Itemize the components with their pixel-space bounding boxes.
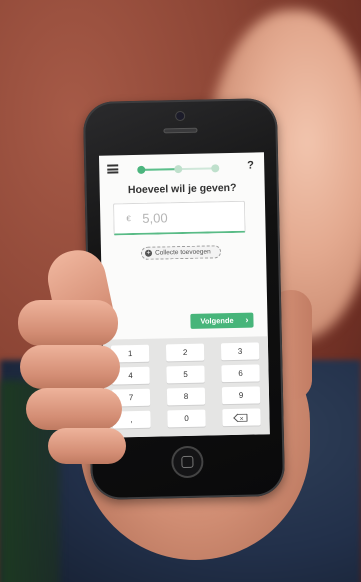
front-camera xyxy=(176,111,185,121)
phone-screen: ? Hoeveel wil je geven? € 5,00 + Collect… xyxy=(98,152,270,438)
step-progress-indicator xyxy=(137,164,220,174)
amount-placeholder: 5,00 xyxy=(142,210,168,226)
photo-scene: ? Hoeveel wil je geven? € 5,00 + Collect… xyxy=(0,0,361,582)
hand-finger-little xyxy=(48,428,126,464)
step-dot-1 xyxy=(137,165,146,174)
hand-finger-middle xyxy=(20,345,120,389)
amount-input[interactable]: € 5,00 xyxy=(112,200,246,236)
page-title: Hoeveel wil je geven? xyxy=(127,181,237,197)
numeric-keypad: 1 2 3 4 5 6 7 8 9 , 0 × xyxy=(102,336,270,438)
step-dot-2 xyxy=(174,165,183,174)
backspace-x: × xyxy=(239,415,244,423)
key-2[interactable]: 2 xyxy=(165,343,205,362)
next-button[interactable]: Volgende › xyxy=(190,312,254,329)
plus-icon: + xyxy=(144,249,153,257)
hamburger-menu-icon[interactable] xyxy=(107,164,119,174)
step-dot-3 xyxy=(211,164,220,173)
help-button[interactable]: ? xyxy=(247,160,254,172)
backspace-icon: × xyxy=(233,413,248,423)
hand-finger-ring xyxy=(26,388,122,430)
key-8[interactable]: 8 xyxy=(166,387,206,406)
next-button-label: Volgende xyxy=(200,315,234,326)
add-collecte-button[interactable]: + Collecte toevoegen xyxy=(140,245,222,260)
key-backspace[interactable]: × xyxy=(222,408,261,427)
chevron-right-icon: › xyxy=(245,314,249,325)
key-3[interactable]: 3 xyxy=(220,342,260,361)
add-collecte-label: Collecte toevoegen xyxy=(154,248,211,257)
currency-symbol: € xyxy=(126,214,131,224)
step-track-active xyxy=(141,168,179,171)
key-9[interactable]: 9 xyxy=(221,386,261,405)
hand-finger-index xyxy=(18,300,118,346)
earpiece-speaker xyxy=(163,127,198,134)
key-0[interactable]: 0 xyxy=(167,409,206,428)
home-button[interactable] xyxy=(171,445,204,479)
app-top-bar: ? xyxy=(99,152,265,181)
key-6[interactable]: 6 xyxy=(221,364,260,383)
key-5[interactable]: 5 xyxy=(166,365,205,384)
